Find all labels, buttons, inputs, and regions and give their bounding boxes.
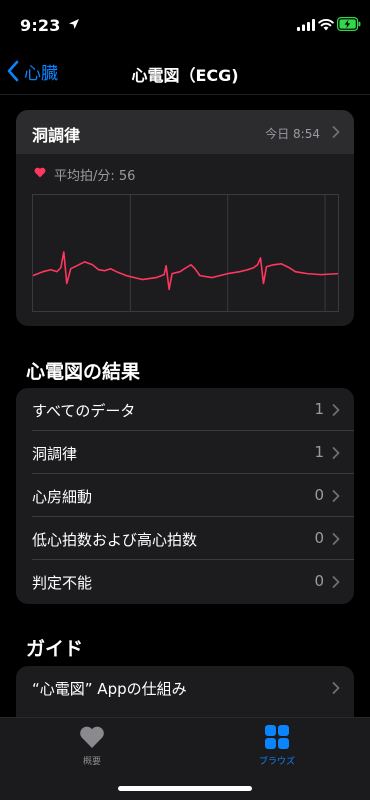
tab-summary[interactable]: 概要 [52, 724, 132, 767]
list-item-low-high-heart-rate[interactable]: 低心拍数および高心拍数 0 [32, 517, 354, 560]
list-item-label: 判定不能 [32, 574, 93, 592]
heart-icon [34, 167, 46, 178]
list-item-count: 1 [314, 400, 324, 418]
page-title: 心電図（ECG) [131, 66, 239, 85]
ecg-card-header[interactable]: 洞調律 今日 8:54 [16, 110, 354, 154]
chevron-right-icon [332, 533, 340, 545]
cellular-signal-icon [297, 19, 315, 31]
list-item-count: 0 [314, 486, 324, 504]
heart-icon [80, 726, 104, 748]
chevron-right-icon [332, 126, 340, 138]
status-bar: 9:23 [0, 0, 370, 44]
list-item-how-ecg-app-works[interactable]: “心電図” Appの仕組み [32, 666, 354, 709]
average-bpm: 平均拍/分: 56 [54, 169, 136, 184]
chevron-right-icon [332, 682, 340, 694]
chevron-right-icon [332, 576, 340, 588]
tab-summary-label: 概要 [82, 757, 101, 767]
chevron-right-icon [332, 490, 340, 502]
status-time: 9:23 [20, 16, 61, 35]
tab-browse-label: ブラウズ [258, 757, 295, 767]
navigation-bar: 心臓 心電図（ECG) [0, 50, 370, 94]
chevron-right-icon [332, 447, 340, 459]
ecg-waveform [32, 194, 339, 312]
battery-charging-icon [337, 17, 361, 31]
list-item-count: 0 [314, 529, 324, 547]
list-item-sinus-rhythm[interactable]: 洞調律 1 [32, 431, 354, 474]
list-item-label: すべてのデータ [32, 402, 136, 420]
guide-section-title: ガイド [26, 638, 84, 660]
chevron-right-icon [332, 404, 340, 416]
wifi-icon [318, 18, 334, 31]
list-item-label: 洞調律 [32, 445, 78, 463]
ecg-recorded-time: 今日 8:54 [265, 127, 320, 141]
list-item-inconclusive[interactable]: 判定不能 0 [32, 560, 354, 603]
list-item-atrial-fibrillation[interactable]: 心房細動 0 [32, 474, 354, 517]
list-item-label: 心房細動 [32, 488, 93, 506]
location-arrow-icon [69, 19, 79, 29]
list-item-count: 1 [314, 443, 324, 461]
results-section-title: 心電図の結果 [26, 361, 141, 383]
home-indicator [118, 786, 252, 791]
list-item-all-data[interactable]: すべてのデータ 1 [32, 388, 354, 431]
grid-icon [265, 725, 289, 749]
results-list: すべてのデータ 1 洞調律 1 心房細動 0 低心拍数および高心拍数 0 判定不… [16, 388, 354, 604]
list-item-count: 0 [314, 572, 324, 590]
nav-divider [0, 94, 370, 95]
tab-browse[interactable]: ブラウズ [237, 724, 317, 767]
ecg-recording-card[interactable]: 洞調律 今日 8:54 平均拍/分: 56 [16, 110, 354, 326]
list-item-label: “心電図” Appの仕組み [32, 680, 187, 698]
ecg-classification: 洞調律 [32, 126, 81, 145]
list-item-label: 低心拍数および高心拍数 [32, 531, 198, 549]
